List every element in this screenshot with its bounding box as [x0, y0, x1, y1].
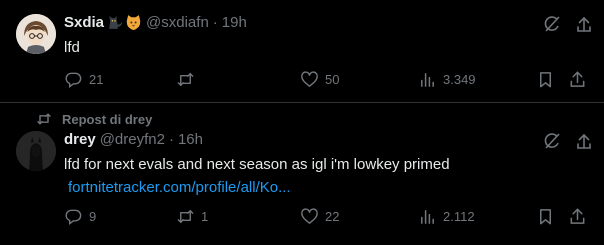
bookmark-icon: [539, 72, 552, 88]
tweet-sxdia[interactable]: Sxdia @sxdiafn · 19h lfd 21 50 3.349: [0, 0, 604, 102]
views-button[interactable]: 3.349: [418, 70, 476, 89]
user-handle[interactable]: @sxdiafn: [146, 14, 209, 31]
grok-icon[interactable]: [542, 131, 562, 151]
more-icon[interactable]: [574, 14, 594, 34]
more-icon[interactable]: [574, 131, 594, 151]
display-name[interactable]: drey: [64, 131, 96, 148]
reply-icon: [65, 72, 82, 89]
display-name[interactable]: Sxdia: [64, 14, 104, 31]
like-button[interactable]: 50: [300, 70, 339, 89]
view-count: 2.112: [443, 209, 475, 224]
share-button[interactable]: [568, 70, 593, 89]
grok-icon[interactable]: [542, 14, 562, 34]
timestamp[interactable]: 19h: [222, 14, 247, 31]
tweet-actions: 21 50 3.349: [64, 70, 592, 90]
reply-count: 21: [89, 72, 104, 87]
avatar-sxdia[interactable]: [16, 14, 56, 54]
share-icon: [570, 208, 585, 224]
tweet-link[interactable]: fortnitetracker.com/profile/all/Ko...: [68, 179, 291, 196]
reply-count: 9: [89, 209, 97, 224]
reply-button[interactable]: 9: [64, 207, 96, 226]
bookmark-icon: [539, 209, 552, 225]
bookmark-button[interactable]: [536, 207, 561, 226]
analytics-icon: [421, 210, 434, 224]
repost-label: Repost di drey: [62, 111, 153, 127]
heart-icon: [301, 208, 318, 224]
timestamp[interactable]: 16h: [178, 131, 203, 148]
like-count: 50: [325, 72, 340, 87]
share-icon: [570, 71, 585, 87]
reply-icon: [65, 209, 82, 226]
repost-button[interactable]: 1: [176, 207, 208, 226]
analytics-icon: [421, 73, 434, 87]
repost-icon: [177, 73, 194, 86]
reply-button[interactable]: 21: [64, 70, 103, 89]
bookmark-button[interactable]: [536, 70, 561, 89]
views-button[interactable]: 2.112: [418, 207, 475, 226]
cat-face-emoji-icon: [125, 14, 142, 31]
like-button[interactable]: 22: [300, 207, 339, 226]
black-cat-emoji-icon: [106, 14, 123, 31]
tweet-drey[interactable]: Repost di drey drey @dreyfn2 · 16h lfd f…: [0, 103, 604, 245]
tweet-text: lfd for next evals and next season as ig…: [64, 156, 450, 173]
view-count: 3.349: [443, 72, 476, 87]
tweet-header: Sxdia @sxdiafn · 19h: [64, 14, 247, 31]
repost-count: 1: [201, 209, 209, 224]
share-button[interactable]: [568, 207, 593, 226]
repost-button[interactable]: [176, 70, 201, 89]
like-count: 22: [325, 209, 340, 224]
separator-dot: ·: [212, 14, 218, 31]
repost-icon: [37, 113, 51, 125]
separator-dot: ·: [168, 131, 174, 148]
tweet-actions: 9 1 22 2.112: [64, 207, 592, 227]
tweet-text: lfd: [64, 39, 80, 56]
tweet-header: drey @dreyfn2 · 16h: [64, 131, 203, 148]
heart-icon: [301, 71, 318, 87]
repost-context[interactable]: Repost di drey: [36, 111, 152, 127]
repost-icon: [177, 210, 194, 223]
user-handle[interactable]: @dreyfn2: [100, 131, 165, 148]
avatar-drey[interactable]: [16, 131, 56, 171]
